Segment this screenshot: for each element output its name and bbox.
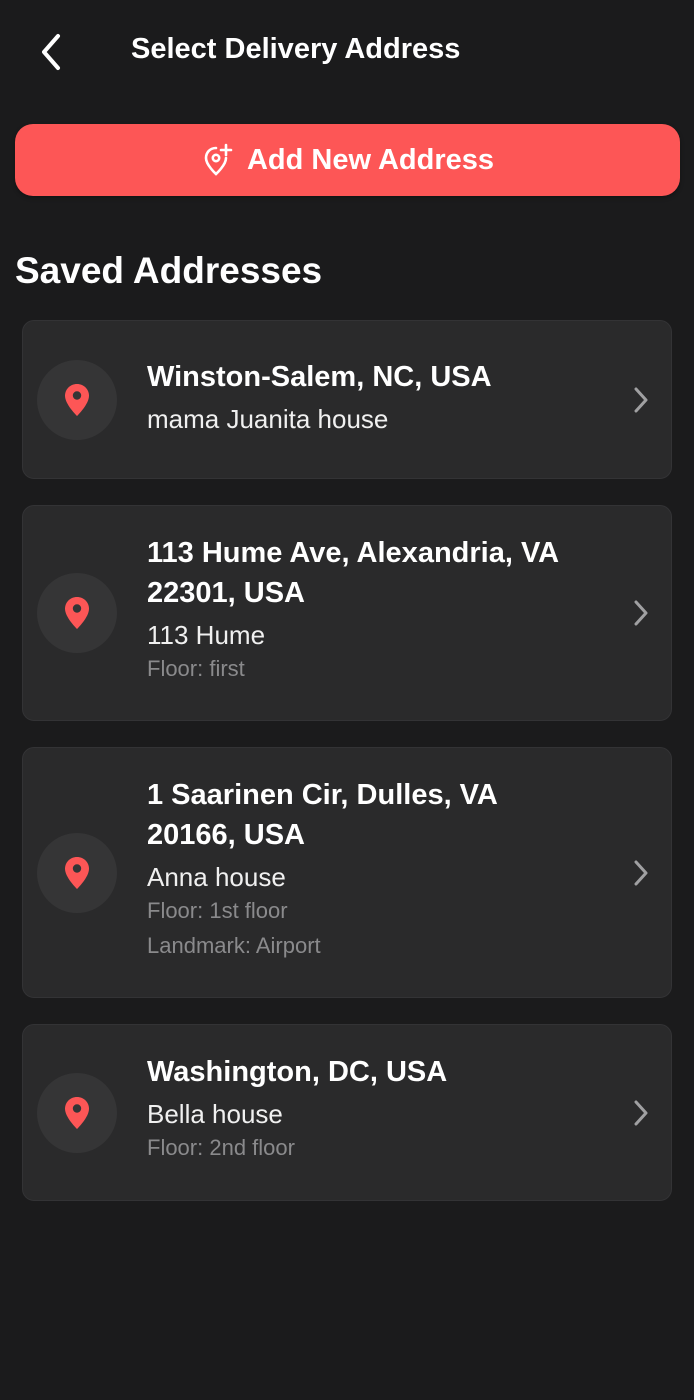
chevron-right-icon xyxy=(629,597,653,629)
address-details: Washington, DC, USA Bella house Floor: 2… xyxy=(147,1052,591,1165)
address-card-4[interactable]: Washington, DC, USA Bella house Floor: 2… xyxy=(22,1024,672,1201)
address-floor: Floor: 1st floor xyxy=(147,898,288,923)
saved-address-list: Winston-Salem, NC, USA mama Juanita hous… xyxy=(22,320,672,1227)
add-location-icon xyxy=(201,143,235,177)
address-line: Winston-Salem, NC, USA xyxy=(147,361,492,393)
address-details: Winston-Salem, NC, USA mama Juanita hous… xyxy=(147,357,591,435)
page-title: Select Delivery Address xyxy=(131,33,461,65)
address-name: mama Juanita house xyxy=(147,404,389,434)
address-card-1[interactable]: Winston-Salem, NC, USA mama Juanita hous… xyxy=(22,320,672,479)
address-line: 1 Saarinen Cir, Dulles, VA 20166, USA xyxy=(147,779,497,851)
add-new-address-label: Add New Address xyxy=(246,143,495,176)
app-header: Select Delivery Address xyxy=(0,0,694,104)
chevron-right-icon xyxy=(629,1097,653,1129)
chevron-right-icon xyxy=(629,384,653,416)
address-name: 113 Hume xyxy=(147,620,266,650)
address-details: 1 Saarinen Cir, Dulles, VA 20166, USA An… xyxy=(147,775,591,963)
address-name: Bella house xyxy=(147,1099,283,1129)
address-card-2[interactable]: 113 Hume Ave, Alexandria, VA 22301, USA … xyxy=(22,505,672,721)
address-line: 113 Hume Ave, Alexandria, VA 22301, USA xyxy=(147,537,559,609)
address-card-3[interactable]: 1 Saarinen Cir, Dulles, VA 20166, USA An… xyxy=(22,747,672,998)
chevron-right-icon xyxy=(629,857,653,889)
address-landmark: Landmark: Airport xyxy=(147,933,321,958)
location-pin-icon xyxy=(37,359,117,440)
location-pin-icon xyxy=(37,832,117,913)
address-name: Anna house xyxy=(147,862,286,892)
location-pin-icon xyxy=(37,573,117,653)
location-pin-icon xyxy=(37,1072,117,1153)
address-details: 113 Hume Ave, Alexandria, VA 22301, USA … xyxy=(147,533,591,686)
section-title: Saved Addresses xyxy=(15,250,323,291)
chevron-left-icon xyxy=(42,34,60,70)
address-floor: Floor: first xyxy=(147,656,245,681)
back-button[interactable] xyxy=(30,30,74,74)
address-line: Washington, DC, USA xyxy=(147,1056,448,1088)
add-new-address-button[interactable]: Add New Address xyxy=(15,124,680,196)
address-floor: Floor: 2nd floor xyxy=(147,1135,295,1160)
